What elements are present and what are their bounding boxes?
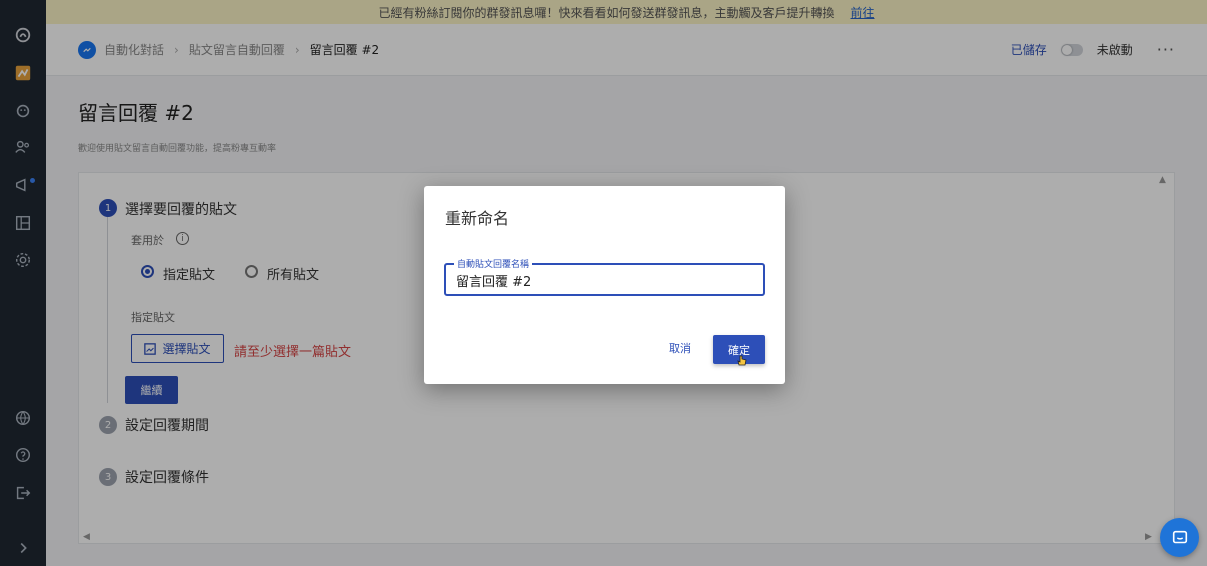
name-field-label: 自動貼文回覆名稱 bbox=[454, 257, 533, 270]
chat-icon bbox=[1172, 530, 1187, 543]
name-input[interactable] bbox=[456, 271, 752, 289]
hand-cursor-icon bbox=[737, 355, 747, 366]
name-field: 自動貼文回覆名稱 bbox=[444, 257, 765, 296]
chat-support-button[interactable] bbox=[1160, 518, 1199, 557]
cancel-button[interactable]: 取消 bbox=[658, 336, 702, 360]
dialog-title: 重新命名 bbox=[445, 209, 510, 228]
rename-dialog: 重新命名 自動貼文回覆名稱 取消 確定 bbox=[424, 186, 785, 384]
